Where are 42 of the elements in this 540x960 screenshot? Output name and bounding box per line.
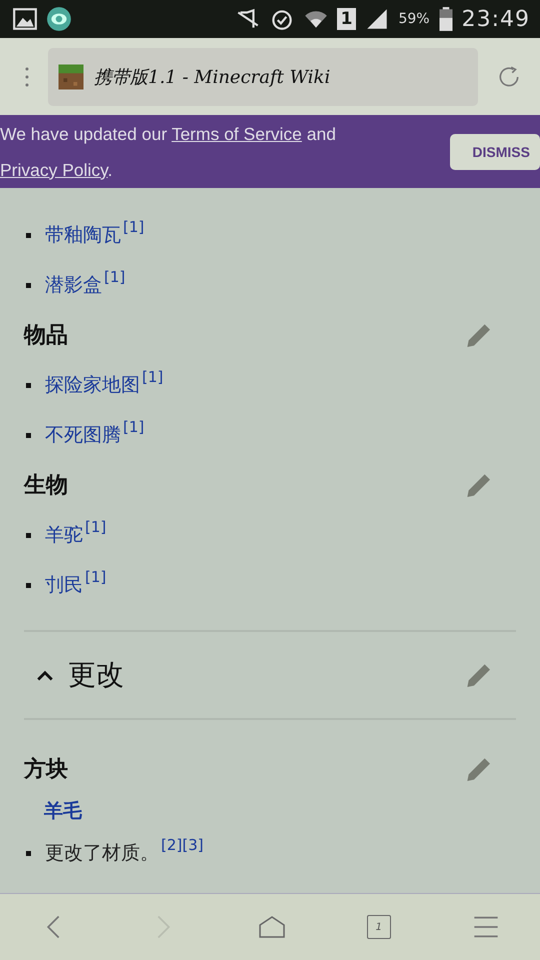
item-link[interactable]: 探险家地图 [45,372,140,398]
battery-percent: 59% [398,11,430,27]
clock: 23:49 [462,6,530,32]
item-link[interactable]: 羊驼 [45,522,83,548]
section-heading: 方块 [24,756,68,784]
eye-icon [46,6,72,32]
notice-link[interactable]: Privacy Policy [0,160,108,180]
reference-link[interactable]: [1] [85,568,106,586]
item-link[interactable]: 潜影盒 [45,272,102,298]
item-link[interactable]: 不死图腾 [45,422,121,448]
caret-icon[interactable] [36,669,54,681]
section-heading: 生物 [24,472,68,500]
dismiss-button[interactable]: DISMISS [450,134,540,170]
tabs-button[interactable]: 1 [366,915,391,939]
reference-link[interactable]: [1] [123,218,144,236]
grass-block-icon [56,62,86,92]
image-icon [12,6,38,32]
sim-indicator: 1 [336,8,356,30]
item-link[interactable]: 刌民 [45,572,83,598]
reference-link[interactable]: [1] [142,368,164,386]
section-title[interactable]: 更改 [68,656,462,694]
bullet-icon [26,582,31,588]
bullet-icon [26,282,31,288]
reference-link[interactable]: [1] [85,518,106,536]
address-bar[interactable]: 携带版1.1 - Minecraft Wiki [48,48,478,106]
item-link[interactable]: 羊毛 [44,798,82,824]
more-icon[interactable] [24,64,30,88]
bullet-icon [26,432,31,438]
reference-link[interactable]: [1] [123,418,144,436]
notice-text: We have updated our Terms of Service and Privacy Policy. [0,122,337,182]
notice-link[interactable]: Terms of Service [172,124,302,144]
bullet-icon [26,532,31,538]
bullet-icon [26,232,31,238]
reference-link[interactable]: [2][3] [161,836,204,854]
bullet-icon [26,382,31,388]
item-text: 更改了材质。 [45,841,159,866]
page-title: 携带版1.1 - Minecraft Wiki [94,66,330,88]
bullet-icon [26,850,31,856]
reference-link[interactable]: [1] [104,268,126,286]
section-heading: 物品 [24,322,68,350]
battery-icon [438,6,454,32]
item-link[interactable]: 带釉陶瓦 [45,222,121,248]
